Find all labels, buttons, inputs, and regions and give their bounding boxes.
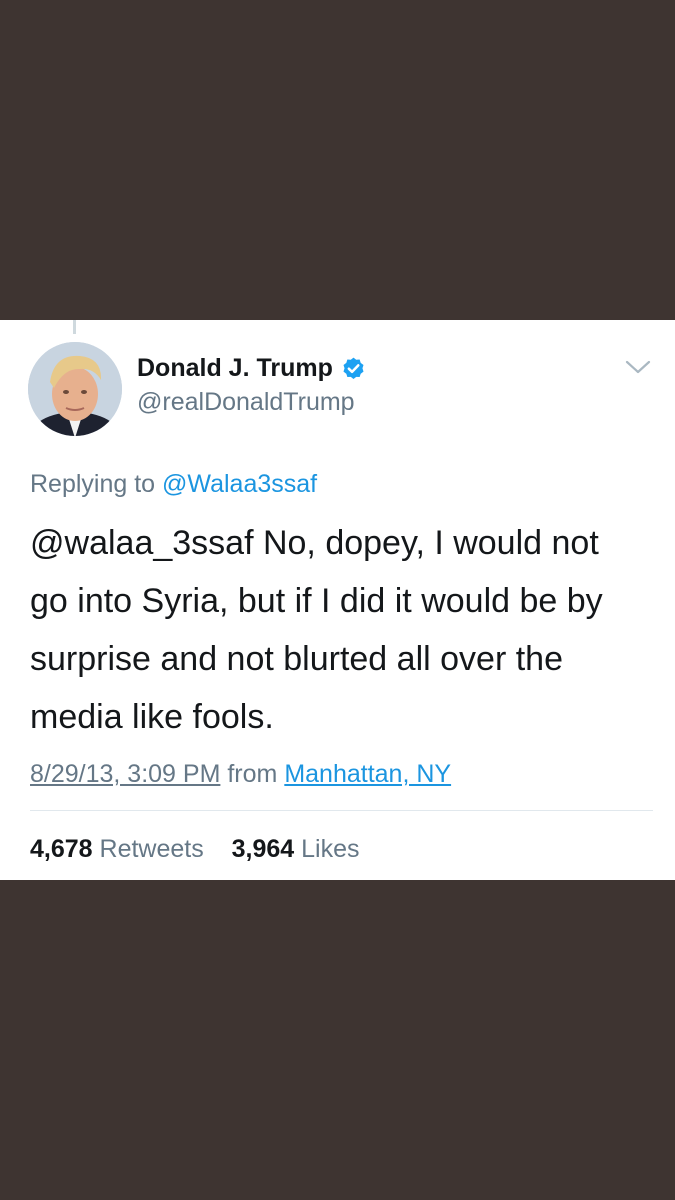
retweets-count: 4,678 bbox=[30, 835, 93, 863]
replying-to-label: Replying to bbox=[30, 470, 156, 498]
divider bbox=[30, 810, 653, 811]
tweet-text: @walaa_3ssaf No, dopey, I would not go i… bbox=[30, 514, 650, 746]
retweets-label: Retweets bbox=[99, 835, 204, 863]
display-name[interactable]: Donald J. Trump bbox=[137, 354, 333, 383]
verified-badge-icon bbox=[341, 356, 366, 381]
timestamp-link[interactable]: 8/29/13, 3:09 PM bbox=[30, 760, 220, 788]
tweet-text-line: go into Syria, but if I did it would be … bbox=[30, 582, 603, 620]
retweets-stat[interactable]: 4,678 Retweets bbox=[30, 835, 211, 863]
tweet-text-line: media like fools. bbox=[30, 698, 274, 736]
likes-count: 3,964 bbox=[231, 835, 295, 863]
tweet-card: Donald J. Trump @realDonaldTrump Replyin… bbox=[0, 320, 675, 880]
tweet-stats: 4,678 Retweets 3,964 Likes bbox=[30, 835, 360, 864]
tweet-text-line: @walaa_3ssaf No, dopey, I would not bbox=[30, 524, 599, 562]
avatar[interactable] bbox=[28, 342, 122, 436]
location-link[interactable]: Manhattan, NY bbox=[284, 760, 451, 788]
likes-stat[interactable]: 3,964 Likes bbox=[232, 835, 360, 863]
tweet-meta: 8/29/13, 3:09 PM from Manhattan, NY bbox=[30, 760, 451, 789]
likes-label: Likes bbox=[301, 835, 360, 863]
author-name-row[interactable]: Donald J. Trump bbox=[137, 354, 366, 383]
author-handle[interactable]: @realDonaldTrump bbox=[137, 388, 355, 417]
thread-line bbox=[73, 320, 76, 334]
replying-to: Replying to @Walaa3ssaf bbox=[30, 470, 317, 499]
replying-to-handle-link[interactable]: @Walaa3ssaf bbox=[162, 470, 317, 498]
chevron-down-icon[interactable] bbox=[624, 358, 652, 376]
tweet-text-line: surprise and not blurted all over the bbox=[30, 640, 563, 678]
from-label: from bbox=[227, 760, 278, 788]
